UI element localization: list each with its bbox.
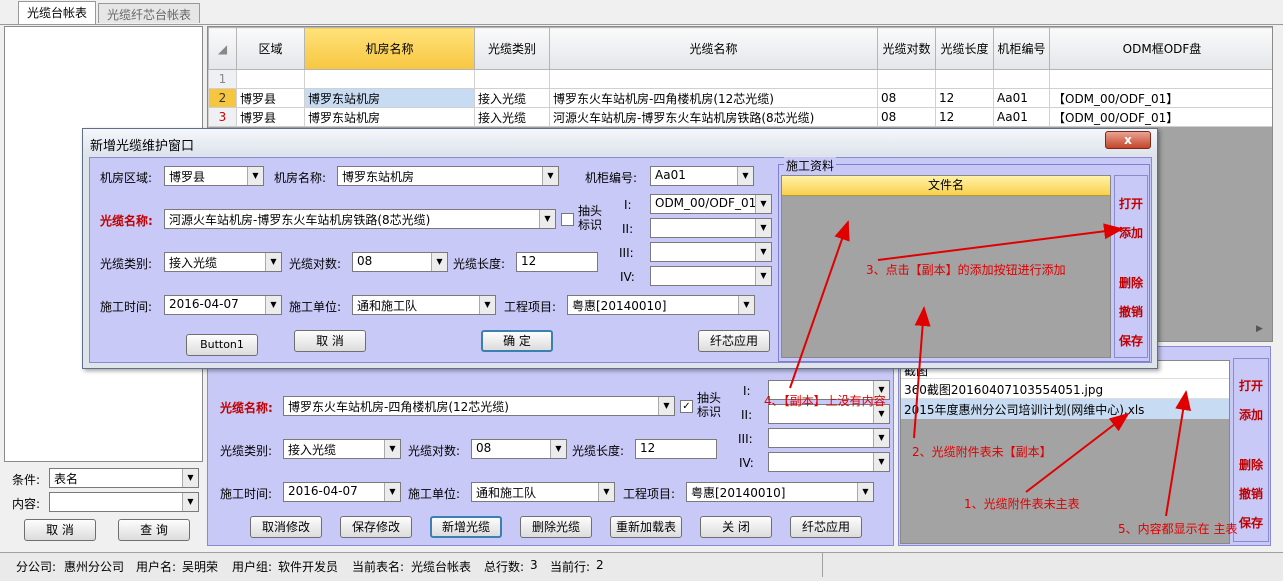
- status-branch: 惠州分公司: [64, 560, 125, 574]
- status-total: 3: [530, 558, 538, 572]
- status-total-label: 总行数:: [484, 560, 525, 574]
- status-user: 吴明荣: [182, 560, 219, 574]
- status-user-label: 用户名:: [136, 560, 177, 574]
- arrow-to-main-file: [1025, 412, 1130, 493]
- arrow-to-docs-list: [789, 220, 850, 389]
- status-group-label: 用户组:: [232, 560, 273, 574]
- annotation-arrows: [789, 220, 1192, 517]
- status-group: 软件开发员: [278, 560, 339, 574]
- status-table-label: 当前表名:: [352, 560, 405, 574]
- status-branch-label: 分公司:: [16, 560, 57, 574]
- arrow-to-docs-empty: [913, 306, 931, 439]
- status-divider: [822, 553, 823, 577]
- arrow-to-main-list: [1165, 390, 1192, 517]
- arrow-to-docs-add: [877, 223, 1124, 261]
- status-table: 光缆台帐表: [411, 560, 472, 574]
- status-current: 2: [596, 558, 604, 572]
- status-current-label: 当前行:: [550, 560, 591, 574]
